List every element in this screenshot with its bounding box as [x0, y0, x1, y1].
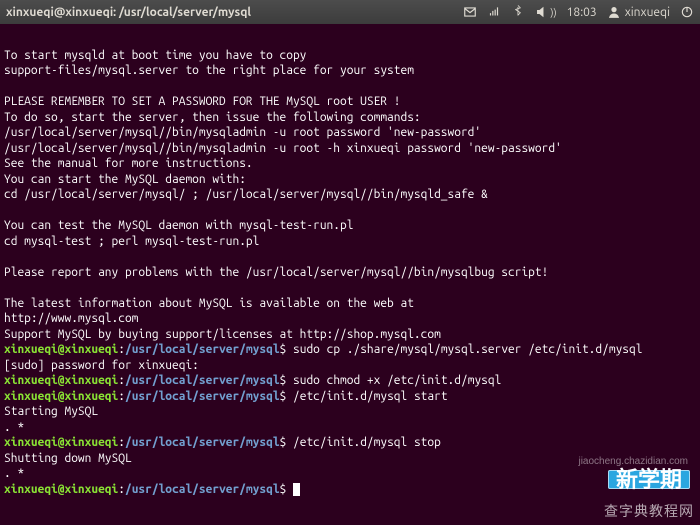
prompt-sep: :: [118, 436, 125, 449]
command-text: sudo chmod +x /etc/init.d/mysql: [286, 374, 501, 387]
command-text: /etc/init.d/mysql start: [286, 390, 447, 403]
window-title: xinxueqi@xinxueqi: /usr/local/server/mys…: [6, 6, 251, 19]
command-text: /etc/init.d/mysql stop: [286, 436, 441, 449]
output-line: support-files/mysql.server to the right …: [4, 64, 414, 77]
output-line: . *: [4, 421, 24, 434]
output-line: Shutting down MySQL: [4, 452, 132, 465]
output-line: http://www.mysql.com: [4, 312, 138, 325]
prompt-dollar: $: [280, 483, 287, 496]
output-line: See the manual for more instructions.: [4, 157, 253, 170]
power-icon[interactable]: [680, 5, 694, 19]
prompt-userhost: xinxueqi@xinxueqi: [4, 483, 118, 496]
prompt-path: /usr/local/server/mysql: [125, 390, 280, 403]
command-text: sudo cp ./share/mysql/mysql.server /etc/…: [286, 343, 642, 356]
prompt-path: /usr/local/server/mysql: [125, 343, 280, 356]
output-line: . *: [4, 467, 24, 480]
prompt-path: /usr/local/server/mysql: [125, 483, 280, 496]
prompt-userhost: xinxueqi@xinxueqi: [4, 390, 118, 403]
network-icon[interactable]: [487, 5, 501, 19]
output-line: To do so, start the server, then issue t…: [4, 111, 421, 124]
output-line: PLEASE REMEMBER TO SET A PASSWORD FOR TH…: [4, 95, 400, 108]
top-panel: xinxueqi@xinxueqi: /usr/local/server/mys…: [0, 0, 700, 24]
terminal[interactable]: To start mysqld at boot time you have to…: [0, 24, 700, 525]
user-icon: [607, 5, 621, 19]
prompt-userhost: xinxueqi@xinxueqi: [4, 374, 118, 387]
indicator-area: )) 18:03 xinxueqi: [463, 5, 694, 19]
output-line: Starting MySQL: [4, 405, 98, 418]
output-line: The latest information about MySQL is av…: [4, 297, 414, 310]
prompt-sep: :: [118, 390, 125, 403]
prompt-path: /usr/local/server/mysql: [125, 374, 280, 387]
prompt-sep: :: [118, 483, 125, 496]
output-line: [sudo] password for xinxueqi:: [4, 359, 199, 372]
output-line: Support MySQL by buying support/licenses…: [4, 328, 441, 341]
prompt-sep: :: [118, 374, 125, 387]
output-line: You can test the MySQL daemon with mysql…: [4, 219, 353, 232]
output-line: /usr/local/server/mysql//bin/mysqladmin …: [4, 126, 481, 139]
prompt-userhost: xinxueqi@xinxueqi: [4, 436, 118, 449]
prompt-sep: :: [118, 343, 125, 356]
bluetooth-icon[interactable]: [511, 5, 525, 19]
cursor: [293, 483, 300, 496]
output-line: /usr/local/server/mysql//bin/mysqladmin …: [4, 142, 562, 155]
user-menu[interactable]: xinxueqi: [607, 5, 670, 19]
output-line: cd mysql-test ; perl mysql-test-run.pl: [4, 235, 259, 248]
output-line: You can start the MySQL daemon with:: [4, 173, 246, 186]
output-line: Please report any problems with the /usr…: [4, 266, 548, 279]
mail-icon[interactable]: [463, 5, 477, 19]
watermark-badge: 新学期: [608, 470, 690, 490]
volume-icon[interactable]: )): [535, 5, 556, 19]
output-line: cd /usr/local/server/mysql/ ; /usr/local…: [4, 188, 488, 201]
prompt-userhost: xinxueqi@xinxueqi: [4, 343, 118, 356]
user-name: xinxueqi: [625, 6, 670, 19]
clock[interactable]: 18:03: [567, 6, 597, 19]
watermark-text: 查字典教程网: [604, 504, 694, 520]
prompt-path: /usr/local/server/mysql: [125, 436, 280, 449]
output-line: To start mysqld at boot time you have to…: [4, 49, 306, 62]
